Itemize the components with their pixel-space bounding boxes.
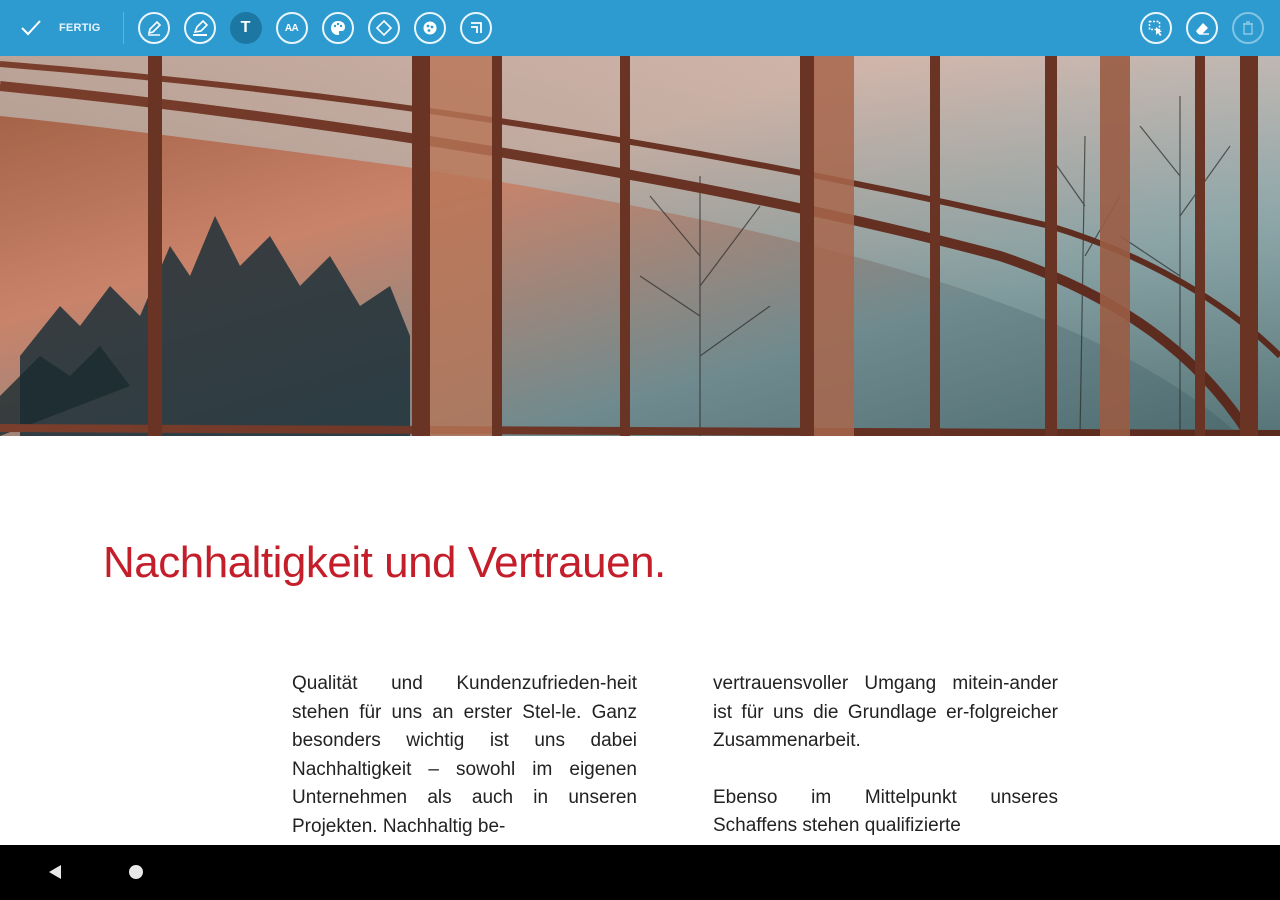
pen-tool-icon xyxy=(147,20,161,36)
stamp-tool-button[interactable] xyxy=(413,12,446,44)
done-button[interactable]: FERTIG xyxy=(0,0,123,56)
page-title: Nachhaltigkeit und Vertrauen. xyxy=(103,538,666,587)
color-palette-tool-button[interactable] xyxy=(321,12,354,44)
paragraph: vertrauensvoller Umgang mitein-ander ist… xyxy=(713,673,1058,751)
crop-tool-icon xyxy=(470,22,482,33)
facade-photo xyxy=(0,56,1280,436)
eraser-tool-icon xyxy=(1196,23,1209,35)
trash-icon xyxy=(1243,21,1253,35)
highlighter-tool-button[interactable] xyxy=(183,12,216,44)
font-size-tool-icon: AA xyxy=(284,22,299,34)
font-size-tool-button[interactable]: AA xyxy=(275,12,308,44)
highlighter-tool-icon xyxy=(192,19,208,36)
done-label: FERTIG xyxy=(59,22,101,34)
shape-tool-button[interactable] xyxy=(367,12,400,44)
right-tool-group xyxy=(1126,12,1280,44)
delete-button[interactable] xyxy=(1232,12,1264,44)
toolbar-divider xyxy=(122,12,124,44)
stamp-tool-icon xyxy=(423,21,437,35)
home-circle-icon[interactable] xyxy=(129,865,143,879)
select-tool-button[interactable] xyxy=(1140,12,1172,44)
text-tool-icon: T xyxy=(240,19,251,36)
pen-tool-button[interactable] xyxy=(137,12,170,44)
crop-tool-button[interactable] xyxy=(459,12,492,44)
text-column-2: vertrauensvoller Umgang mitein-ander ist… xyxy=(713,670,1058,869)
text-column-1: Qualität und Kundenzufrieden-heit stehen… xyxy=(292,670,637,869)
paragraph: Qualität und Kundenzufrieden-heit stehen… xyxy=(292,673,637,837)
select-tool-icon xyxy=(1148,20,1162,36)
annotation-toolbar: FERTIG T AA xyxy=(0,0,1280,56)
checkmark-icon xyxy=(21,20,41,36)
paragraph: Ebenso im Mittelpunkt unseres Schaffens … xyxy=(713,786,1058,837)
system-nav-bar xyxy=(0,845,1280,900)
back-triangle-icon[interactable] xyxy=(47,864,63,880)
shape-tool-icon xyxy=(375,19,392,37)
color-palette-tool-icon xyxy=(330,21,345,35)
eraser-tool-button[interactable] xyxy=(1186,12,1218,44)
tool-group: T AA xyxy=(137,12,506,44)
hero-image xyxy=(0,56,1280,436)
text-tool-button[interactable]: T xyxy=(229,12,262,44)
